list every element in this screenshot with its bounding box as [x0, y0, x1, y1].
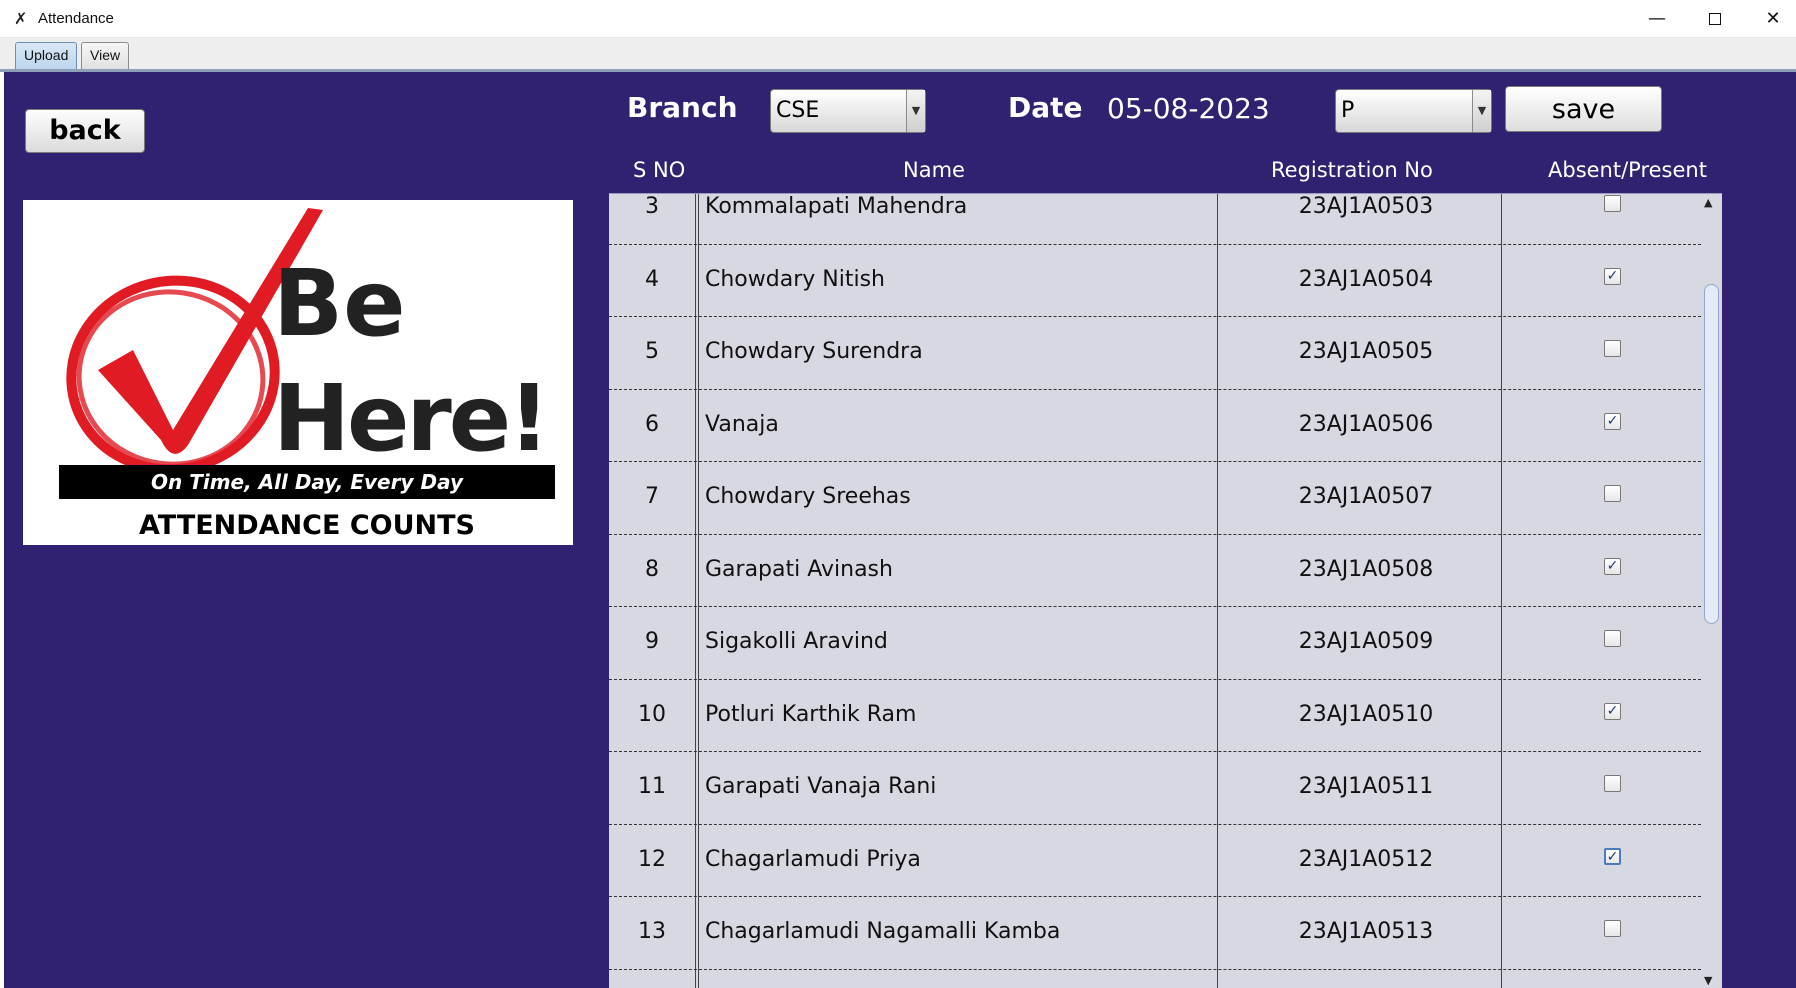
back-button[interactable]: back [25, 109, 145, 153]
window-title: Attendance [38, 10, 114, 27]
close-button[interactable]: ✕ [1744, 4, 1796, 34]
vertical-scrollbar[interactable]: ▲ ▼ [1701, 194, 1722, 988]
save-button[interactable]: save [1505, 86, 1662, 132]
cell-sno: 4 [645, 266, 659, 292]
cell-registration: 23AJ1A0511 [1298, 774, 1434, 800]
maximize-button[interactable] [1686, 4, 1744, 34]
cell-sno: 8 [645, 556, 659, 582]
present-checkbox[interactable]: ✓ [1604, 702, 1621, 720]
cell-registration: 23AJ1A0504 [1298, 266, 1434, 292]
cell-name: Garapati Avinash [705, 556, 893, 582]
date-value: 05-08-2023 [1107, 92, 1270, 125]
present-checkbox[interactable] [1604, 340, 1621, 358]
cell-name: Potluri Karthik Ram [705, 701, 917, 727]
cell-registration: 23AJ1A0512 [1298, 846, 1434, 872]
cell-registration: 23AJ1A0510 [1298, 701, 1434, 727]
table-row[interactable]: 6 Vanaja 23AJ1A0506 ✓ [609, 389, 1701, 462]
minimize-button[interactable]: — [1628, 4, 1686, 34]
table-row[interactable]: 13 Chagarlamudi Nagamalli Kamba 23AJ1A0513 [609, 896, 1701, 970]
cell-sno: 12 [638, 846, 666, 872]
table-row[interactable]: 10 Potluri Karthik Ram 23AJ1A0510 ✓ [609, 679, 1701, 752]
column-header-registration[interactable]: Registration No [1271, 158, 1433, 182]
column-header-status[interactable]: Absent/Present [1548, 158, 1707, 182]
cell-registration: 23AJ1A0508 [1298, 556, 1434, 582]
tab-strip: Upload View [0, 38, 1796, 70]
tab-upload[interactable]: Upload [15, 42, 78, 69]
cell-registration: 23AJ1A0507 [1298, 484, 1434, 510]
column-header-name[interactable]: Name [903, 158, 965, 182]
cell-registration: 23AJ1A0503 [1298, 194, 1434, 220]
maximize-icon [1709, 13, 1721, 25]
upload-panel: back Be Here! On Time, All Day, Every Da… [4, 72, 1796, 988]
cell-registration: 23AJ1A0505 [1298, 339, 1434, 365]
cell-sno: 5 [645, 339, 659, 365]
cell-sno: 13 [638, 919, 666, 945]
present-checkbox[interactable] [1604, 920, 1621, 938]
cell-registration: 23AJ1A0509 [1298, 629, 1434, 655]
branch-label: Branch [627, 91, 738, 124]
cell-name: Chagarlamudi Nagamalli Kamba [705, 919, 1061, 945]
cell-sno: 7 [645, 484, 659, 510]
chevron-down-icon[interactable]: ▼ [906, 90, 925, 132]
cell-name: Vanaja [705, 411, 779, 437]
cell-sno: 6 [645, 411, 659, 437]
table-row[interactable]: 3 Kommalapati Mahendra 23AJ1A0503 [609, 194, 1701, 245]
cell-sno: 9 [645, 629, 659, 655]
logo-line2: Here! [273, 365, 547, 472]
chevron-down-icon[interactable]: ▼ [1472, 90, 1491, 132]
column-header-sno[interactable]: S NO [633, 158, 685, 182]
present-checkbox[interactable]: ✓ [1604, 267, 1621, 285]
cell-name: Chagarlamudi Priya [705, 846, 921, 872]
scroll-down-icon[interactable]: ▼ [1704, 974, 1712, 987]
present-checkbox[interactable] [1604, 195, 1621, 213]
logo-tagline: On Time, All Day, Every Day [151, 470, 464, 494]
cell-name: Kommalapati Mahendra [705, 194, 968, 220]
cell-sno: 10 [638, 701, 666, 727]
present-checkbox[interactable] [1604, 630, 1621, 648]
be-here-logo: Be Here! On Time, All Day, Every Day ATT… [23, 200, 573, 545]
logo-caption: ATTENDANCE COUNTS [139, 510, 475, 541]
branch-select-value: CSE [776, 98, 820, 123]
branch-select[interactable]: CSE ▼ [770, 89, 926, 133]
table-row[interactable]: 12 Chagarlamudi Priya 23AJ1A0512 ✓ [609, 824, 1701, 897]
status-select[interactable]: P ▼ [1335, 89, 1492, 133]
table-row[interactable]: 5 Chowdary Surendra 23AJ1A0505 [609, 316, 1701, 390]
app-icon: ✗ [14, 9, 28, 28]
present-checkbox[interactable]: ✓ [1604, 412, 1621, 430]
cell-name: Sigakolli Aravind [705, 629, 888, 655]
present-checkbox[interactable] [1604, 775, 1621, 793]
cell-name: Garapati Vanaja Rani [705, 774, 937, 800]
present-checkbox[interactable]: ✓ [1604, 847, 1621, 865]
tab-view[interactable]: View [81, 42, 130, 69]
date-label: Date [1008, 91, 1083, 124]
logo-line1: Be [273, 250, 406, 357]
scroll-up-icon[interactable]: ▲ [1704, 196, 1712, 209]
scroll-thumb[interactable] [1704, 284, 1719, 624]
table-row[interactable]: 11 Garapati Vanaja Rani 23AJ1A0511 [609, 751, 1701, 825]
table-row[interactable]: 4 Chowdary Nitish 23AJ1A0504 ✓ [609, 244, 1701, 317]
status-select-value: P [1341, 98, 1355, 123]
cell-sno: 11 [638, 774, 666, 800]
cell-name: Chowdary Sreehas [705, 484, 911, 510]
cell-registration: 23AJ1A0513 [1298, 919, 1434, 945]
row-divider [609, 968, 1701, 970]
table-row[interactable]: 8 Garapati Avinash 23AJ1A0508 ✓ [609, 534, 1701, 607]
cell-name: Chowdary Nitish [705, 266, 885, 292]
present-checkbox[interactable]: ✓ [1604, 557, 1621, 575]
logo-graphic: Be Here! On Time, All Day, Every Day ATT… [59, 208, 555, 541]
present-checkbox[interactable] [1604, 485, 1621, 503]
table-row[interactable]: 9 Sigakolli Aravind 23AJ1A0509 [609, 606, 1701, 680]
title-bar: ✗ Attendance — ✕ [0, 0, 1796, 38]
cell-registration: 23AJ1A0506 [1298, 411, 1434, 437]
cell-name: Chowdary Surendra [705, 339, 923, 365]
table-row[interactable]: 7 Chowdary Sreehas 23AJ1A0507 [609, 461, 1701, 535]
cell-sno: 3 [645, 194, 659, 220]
attendance-table: 3 Kommalapati Mahendra 23AJ1A0503 4 Chowdary… [609, 193, 1722, 988]
